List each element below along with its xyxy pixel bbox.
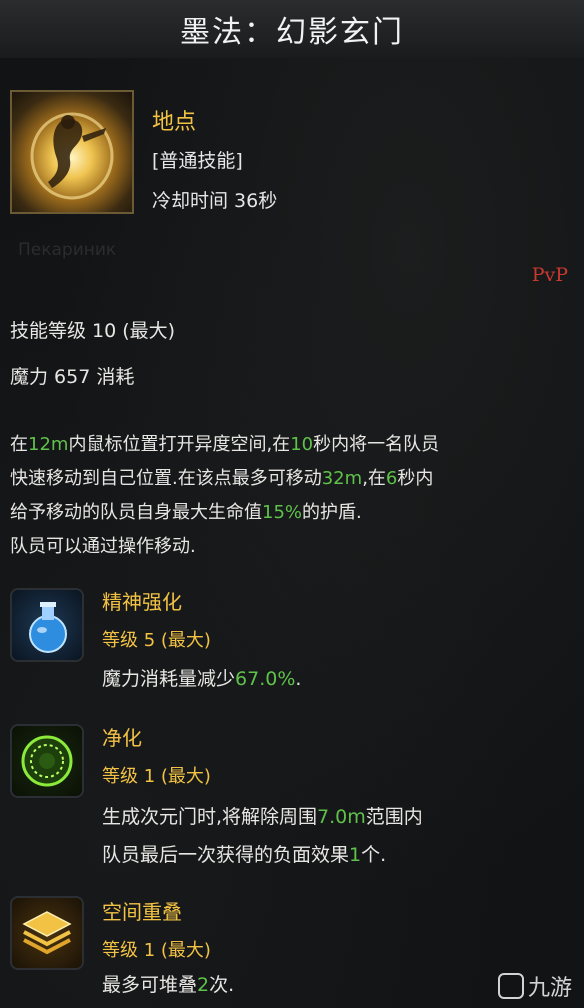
highlight-value: 67.0% (235, 668, 296, 690)
highlight-value: 2 (197, 974, 210, 996)
site-watermark: 九游 (497, 970, 572, 1002)
tripod-name-1: 精神强化 (102, 590, 182, 614)
text-segment: 秒内将一名队员 (313, 434, 440, 455)
pvp-label: PvP (531, 264, 568, 286)
text-line: 生成次元门时,将解除周围7.0m范围内 (102, 798, 423, 836)
tripod-name-2: 净化 (102, 726, 142, 750)
text-line: 队员最后一次获得的负面效果1个. (102, 836, 423, 874)
skill-description: 在12m内鼠标位置打开异度空间,在10秒内将一名队员 快速移动到自己位置.在该点最… (10, 428, 439, 564)
highlight-value: 32m (321, 468, 363, 489)
stacked-layers-icon (10, 896, 84, 970)
tripod-effect-3: 最多可堆叠2次. (102, 966, 234, 1004)
faded-background-text: Пекариник (18, 240, 117, 260)
phantom-gate-skill-icon (10, 90, 134, 214)
text-segment: 内鼠标位置打开异度空间,在 (68, 434, 291, 455)
text-segment: 个. (361, 844, 387, 866)
text-segment: 队员可以通过操作移动. (10, 536, 196, 557)
highlight-value: 7.0m (317, 806, 366, 828)
highlight-value: 15% (262, 502, 303, 523)
text-segment: ,在 (362, 468, 386, 489)
text-segment: 魔力消耗量减少 (102, 668, 236, 690)
highlight-value: 10 (290, 434, 314, 455)
highlight-value: 1 (349, 844, 362, 866)
text-line: 队员可以通过操作移动. (10, 530, 439, 564)
text-segment: . (295, 668, 302, 690)
text-line: 给予移动的队员自身最大生命值15%的护盾. (10, 496, 439, 530)
tripod-effect-2: 生成次元门时,将解除周围7.0m范围内 队员最后一次获得的负面效果1个. (102, 798, 423, 874)
text-line: 在12m内鼠标位置打开异度空间,在10秒内将一名队员 (10, 428, 439, 462)
nine-game-logo-icon (497, 973, 524, 999)
tripod-level-2: 等级 1 (最大) (102, 766, 211, 787)
green-circle-icon (10, 724, 84, 798)
blue-potion-icon (10, 588, 84, 662)
watermark-text: 九游 (527, 976, 572, 1001)
text-segment: 队员最后一次获得的负面效果 (102, 844, 350, 866)
text-line: 最多可堆叠2次. (102, 966, 234, 1004)
text-segment: 秒内 (397, 468, 434, 489)
text-segment: 的护盾. (302, 502, 362, 523)
tripod-level-1: 等级 5 (最大) (102, 630, 211, 651)
text-segment: 快速移动到自己位置.在该点最多可移动 (10, 468, 322, 489)
skill-title: 墨法：幻影玄门 (180, 15, 404, 50)
tripod-name-3: 空间重叠 (102, 900, 182, 924)
text-segment: 在 (10, 434, 28, 455)
skill-name: 地点 (152, 110, 197, 135)
tripod-level-3: 等级 1 (最大) (102, 940, 211, 961)
highlight-value: 12m (28, 434, 69, 455)
skill-type: [普通技能] (152, 150, 243, 172)
text-line: 快速移动到自己位置.在该点最多可移动32m,在6秒内 (10, 462, 439, 496)
text-segment: 范围内 (365, 806, 423, 828)
mana-cost: 魔力 657 消耗 (10, 366, 135, 388)
text-line: 魔力消耗量减少67.0%. (102, 660, 301, 698)
cooldown-text: 冷却时间 36秒 (152, 190, 278, 212)
text-segment: 生成次元门时,将解除周围 (102, 806, 318, 828)
highlight-value: 6 (385, 468, 398, 489)
text-segment: 次. (209, 974, 235, 996)
text-segment: 给予移动的队员自身最大生命值 (10, 502, 262, 523)
skill-level: 技能等级 10 (最大) (10, 320, 176, 342)
text-segment: 最多可堆叠 (102, 974, 198, 996)
tripod-effect-1: 魔力消耗量减少67.0%. (102, 660, 301, 698)
skill-title-bar: 墨法：幻影玄门 (0, 0, 584, 59)
